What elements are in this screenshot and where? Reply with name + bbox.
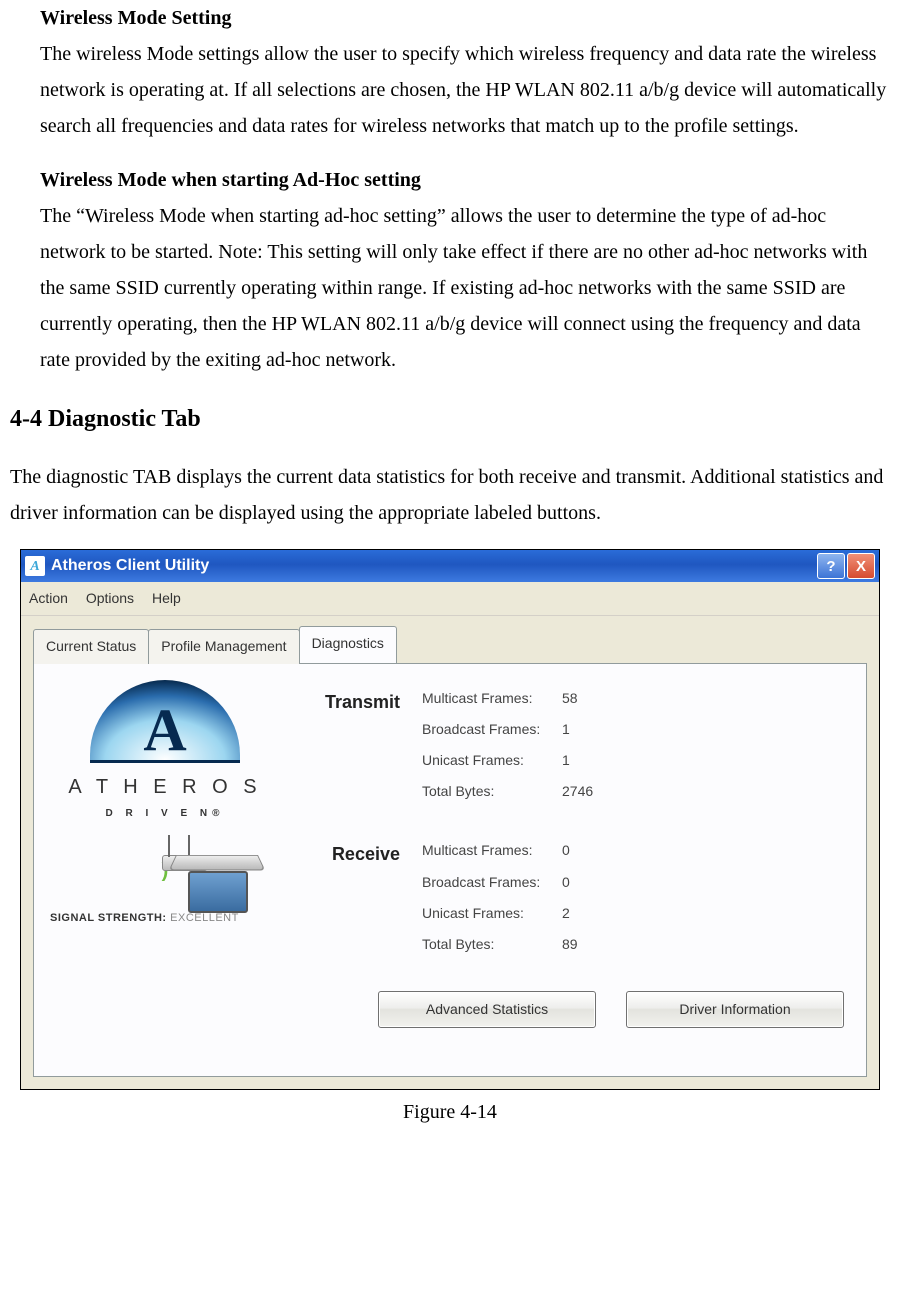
table-row: Multicast Frames: 58: [422, 686, 612, 711]
advanced-statistics-button[interactable]: Advanced Statistics: [378, 991, 596, 1028]
tab-current-status[interactable]: Current Status: [33, 629, 149, 663]
stat-value: 58: [562, 686, 612, 711]
figure-caption: Figure 4-14: [10, 1094, 890, 1130]
stat-label: Broadcast Frames:: [422, 717, 562, 742]
table-row: Unicast Frames: 1: [422, 748, 612, 773]
receive-block: Receive Multicast Frames: 0 Broadcast Fr…: [300, 838, 850, 963]
section1-body: The wireless Mode settings allow the use…: [40, 36, 890, 144]
table-row: Multicast Frames: 0: [422, 838, 612, 863]
stat-label: Multicast Frames:: [422, 838, 562, 863]
signal-strength-value: EXCELLENT: [170, 912, 239, 924]
driver-information-button[interactable]: Driver Information: [626, 991, 844, 1028]
stat-value: 2746: [562, 779, 612, 804]
window-title: Atheros Client Utility: [51, 552, 817, 581]
table-row: Unicast Frames: 2: [422, 901, 612, 926]
stat-label: Broadcast Frames:: [422, 870, 562, 895]
brand-tagline: D R I V E N®: [50, 805, 280, 823]
tab-profile-management[interactable]: Profile Management: [148, 629, 299, 663]
stat-value: 2: [562, 901, 612, 926]
stat-label: Total Bytes:: [422, 932, 562, 957]
stat-label: Unicast Frames:: [422, 901, 562, 926]
menubar: Action Options Help: [21, 582, 879, 616]
table-row: Broadcast Frames: 1: [422, 717, 612, 742]
stat-value: 1: [562, 717, 612, 742]
signal-strength-label: SIGNAL STRENGTH:: [50, 912, 167, 924]
stat-value: 0: [562, 870, 612, 895]
stat-value: 89: [562, 932, 612, 957]
menu-help[interactable]: Help: [152, 590, 181, 606]
section1-title: Wireless Mode Setting: [40, 0, 890, 36]
transmit-block: Transmit Multicast Frames: 58 Broadcast …: [300, 686, 850, 811]
table-row: Broadcast Frames: 0: [422, 870, 612, 895]
tab-panel-diagnostics: A A T H E R O S D R I V E N® ): [33, 663, 867, 1077]
stat-value: 0: [562, 838, 612, 863]
app-icon: A: [25, 556, 45, 576]
tab-diagnostics[interactable]: Diagnostics: [299, 626, 397, 662]
stat-value: 1: [562, 748, 612, 773]
table-row: Total Bytes: 89: [422, 932, 612, 957]
transmit-heading: Transmit: [300, 686, 400, 811]
tab-strip: Current Status Profile Management Diagno…: [33, 626, 867, 662]
stat-label: Total Bytes:: [422, 779, 562, 804]
stat-label: Multicast Frames:: [422, 686, 562, 711]
menu-options[interactable]: Options: [86, 590, 134, 606]
heading-diagnostic-tab: 4-4 Diagnostic Tab: [10, 398, 890, 441]
connection-illustration: ): [50, 853, 280, 889]
stat-label: Unicast Frames:: [422, 748, 562, 773]
section2-title: Wireless Mode when starting Ad-Hoc setti…: [40, 162, 890, 198]
brand-name: A T H E R O S: [50, 769, 280, 805]
titlebar: A Atheros Client Utility ? X: [21, 550, 879, 582]
app-window: A Atheros Client Utility ? X Action Opti…: [20, 549, 880, 1089]
close-button[interactable]: X: [847, 553, 875, 579]
menu-action[interactable]: Action: [29, 590, 68, 606]
help-button[interactable]: ?: [817, 553, 845, 579]
receive-heading: Receive: [300, 838, 400, 963]
table-row: Total Bytes: 2746: [422, 779, 612, 804]
atheros-logo: A A T H E R O S D R I V E N®: [50, 680, 280, 823]
heading-body: The diagnostic TAB displays the current …: [10, 459, 890, 531]
section2-body: The “Wireless Mode when starting ad-hoc …: [40, 198, 890, 378]
